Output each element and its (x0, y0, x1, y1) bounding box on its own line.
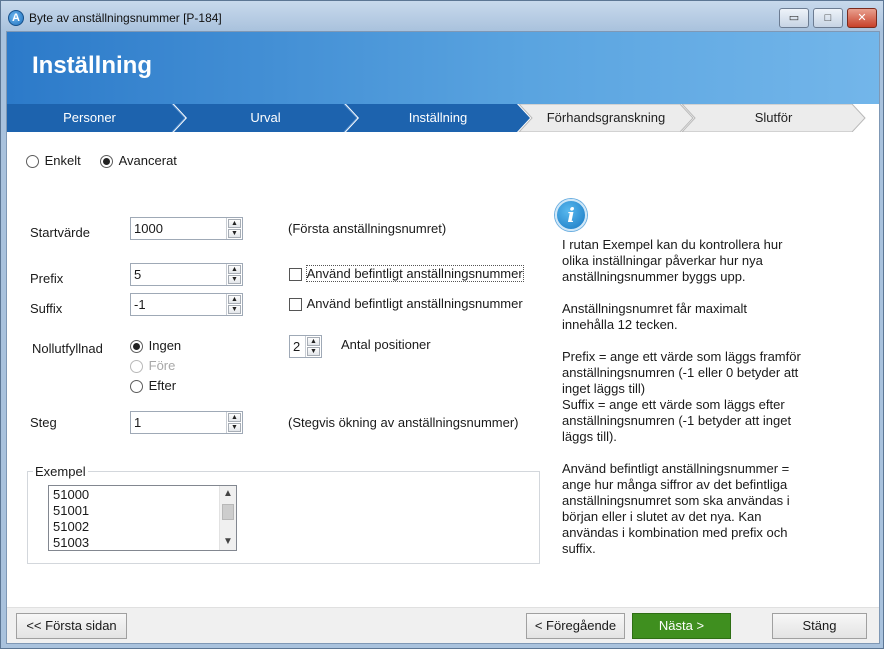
title-bar[interactable]: A Byte av anställningsnummer [P-184] ▭ □… (1, 1, 884, 33)
close-button[interactable]: Stäng (772, 613, 867, 639)
info-icon: i (555, 199, 587, 231)
prefix-up-arrow-icon[interactable]: ▲ (228, 265, 241, 274)
footer-bar: << Första sidan < Föregående Nästa > Stä… (7, 607, 879, 643)
prefix-label: Prefix (30, 271, 64, 286)
prefix-spinner[interactable]: 5 ▲ ▼ (130, 263, 243, 286)
positions-up-arrow-icon[interactable]: ▲ (307, 337, 320, 346)
zero-fill-after-radio[interactable] (130, 380, 143, 394)
start-value-label: Startvärde (30, 225, 90, 240)
previous-button[interactable]: < Föregående (526, 613, 625, 639)
list-item[interactable]: 51000 (49, 487, 236, 503)
suffix-label: Suffix (30, 301, 63, 316)
zero-fill-after-label: Efter (148, 378, 177, 393)
prefix-down-arrow-icon[interactable]: ▼ (228, 275, 241, 284)
zero-fill-before-radio (130, 360, 143, 374)
example-list-scrollbar[interactable]: ▲ ▼ (219, 486, 236, 550)
step-forhandsgranskning: Förhandsgranskning (546, 110, 666, 125)
prefix-input[interactable]: 5 (134, 267, 141, 282)
positions-down-arrow-icon[interactable]: ▼ (307, 347, 320, 356)
list-item[interactable]: 51001 (49, 503, 236, 519)
suffix-use-existing-checkbox[interactable] (289, 298, 302, 312)
positions-label: Antal positioner (341, 337, 431, 352)
zero-fill-none-label: Ingen (148, 338, 182, 353)
step-value-input[interactable]: 1 (134, 415, 141, 430)
suffix-spin-buttons: ▲ ▼ (226, 294, 242, 315)
step-value-label: Steg (30, 415, 57, 430)
wizard-content: Inställning Personer Urval Inställning F… (6, 31, 880, 644)
page-title: Inställning (32, 52, 152, 79)
suffix-up-arrow-icon[interactable]: ▲ (228, 295, 241, 304)
suffix-input[interactable]: -1 (134, 297, 146, 312)
start-value-input[interactable]: 1000 (134, 221, 163, 236)
zero-fill-label: Nollutfyllnad (32, 341, 103, 356)
mode-advanced-radio[interactable] (100, 155, 113, 169)
window-frame: A Byte av anställningsnummer [P-184] ▭ □… (0, 0, 884, 649)
scroll-up-icon[interactable]: ▲ (220, 486, 236, 502)
suffix-use-existing-option[interactable]: Använd befintligt anställningsnummer (289, 296, 523, 312)
positions-spin-buttons: ▲ ▼ (305, 336, 321, 357)
start-value-spin-buttons: ▲ ▼ (226, 218, 242, 239)
suffix-down-arrow-icon[interactable]: ▼ (228, 305, 241, 314)
prefix-use-existing-option[interactable]: Använd befintligt anställningsnummer (289, 265, 524, 282)
step-value-spinner[interactable]: 1 ▲ ▼ (130, 411, 243, 434)
start-value-hint: (Första anställningsnumret) (288, 221, 447, 236)
mode-simple-radio[interactable] (26, 155, 39, 169)
example-items: 51000 51001 51002 51003 (49, 486, 236, 551)
mode-advanced-label: Avancerat (118, 153, 177, 168)
close-window-button[interactable]: ✕ (847, 8, 877, 28)
maximize-button[interactable]: □ (813, 8, 843, 28)
first-page-button[interactable]: << Första sidan (16, 613, 127, 639)
step-personer: Personer (63, 110, 116, 125)
step-installning: Inställning (408, 110, 468, 125)
app-icon: A (8, 10, 24, 26)
prefix-spin-buttons: ▲ ▼ (226, 264, 242, 285)
scroll-thumb[interactable] (222, 504, 234, 520)
suffix-use-existing-label: Använd befintligt anställningsnummer (306, 296, 523, 311)
example-list[interactable]: 51000 51001 51002 51003 ▲ ▼ (48, 485, 237, 551)
mode-advanced-option[interactable]: Avancerat (100, 153, 177, 169)
step-urval: Urval (250, 110, 281, 125)
scroll-down-icon[interactable]: ▼ (220, 534, 236, 550)
window-title: Byte av anställningsnummer [P-184] (29, 11, 222, 25)
next-button[interactable]: Nästa > (632, 613, 731, 639)
step-value-down-arrow-icon[interactable]: ▼ (228, 423, 241, 432)
zero-fill-none-radio[interactable] (130, 340, 143, 354)
example-legend: Exempel (33, 464, 88, 479)
mode-simple-label: Enkelt (44, 153, 81, 168)
step-slutfor: Slutför (754, 110, 793, 125)
prefix-use-existing-label: Använd befintligt anställningsnummer (305, 265, 524, 282)
minimize-button[interactable]: ▭ (779, 8, 809, 28)
step-value-hint: (Stegvis ökning av anställningsnummer) (288, 415, 519, 430)
start-value-spinner[interactable]: 1000 ▲ ▼ (130, 217, 243, 240)
zero-fill-before-label: Före (148, 358, 176, 373)
header-banner: Inställning (7, 32, 879, 104)
start-value-down-arrow-icon[interactable]: ▼ (228, 229, 241, 238)
zero-fill-before-option: Före (130, 358, 176, 374)
start-value-up-arrow-icon[interactable]: ▲ (228, 219, 241, 228)
wizard-steps: Personer Urval Inställning Förhandsgrans… (7, 104, 879, 132)
zero-fill-none-option[interactable]: Ingen (130, 338, 182, 354)
mode-simple-option[interactable]: Enkelt (26, 153, 81, 169)
positions-spinner[interactable]: 2 ▲ ▼ (289, 335, 322, 358)
zero-fill-after-option[interactable]: Efter (130, 378, 177, 394)
step-value-up-arrow-icon[interactable]: ▲ (228, 413, 241, 422)
positions-input[interactable]: 2 (293, 339, 300, 354)
list-item[interactable]: 51002 (49, 519, 236, 535)
list-item[interactable]: 51003 (49, 535, 236, 551)
step-value-spin-buttons: ▲ ▼ (226, 412, 242, 433)
info-text: I rutan Exempel kan du kontrollera hur o… (562, 237, 801, 556)
suffix-spinner[interactable]: -1 ▲ ▼ (130, 293, 243, 316)
prefix-use-existing-checkbox[interactable] (289, 268, 302, 282)
